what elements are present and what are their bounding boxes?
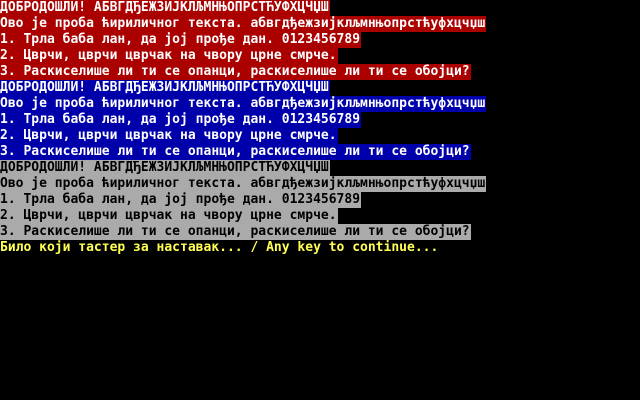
sentence-line-2: 2. Цврчи, цврчи цврчак на чвору црне смр…: [0, 128, 338, 144]
gray-block: ДОБРОДОШЛИ! АБВГДЂЕЖЗИЈКЛЉМНЊОПРСТЋУФХЦЧ…: [0, 160, 640, 240]
welcome-title-line: ДОБРОДОШЛИ! АБВГДЂЕЖЗИЈКЛЉМНЊОПРСТЋУФХЦЧ…: [0, 0, 330, 16]
cyrillic-sample-line: Ово је проба ћириличног текста. абвгдђеж…: [0, 176, 487, 192]
welcome-title-line: ДОБРОДОШЛИ! АБВГДЂЕЖЗИЈКЛЉМНЊОПРСТЋУФХЦЧ…: [0, 80, 330, 96]
sentence-line-2: 2. Цврчи, цврчи цврчак на чвору црне смр…: [0, 208, 338, 224]
cyrillic-sample-line: Ово је проба ћириличног текста. абвгдђеж…: [0, 96, 487, 112]
red-block: ДОБРОДОШЛИ! АБВГДЂЕЖЗИЈКЛЉМНЊОПРСТЋУФХЦЧ…: [0, 0, 640, 80]
console-screen: ДОБРОДОШЛИ! АБВГДЂЕЖЗИЈКЛЉМНЊОПРСТЋУФХЦЧ…: [0, 0, 640, 400]
cyrillic-sample-line: Ово је проба ћириличног текста. абвгдђеж…: [0, 16, 487, 32]
continue-prompt: Било који тастер за наставак... / Any ke…: [0, 240, 439, 255]
sentence-line-1: 1. Трла баба лан, да јој прође дан. 0123…: [0, 112, 362, 128]
sentence-line-3: 3. Раскиселише ли ти се опанци, раскисел…: [0, 64, 471, 80]
welcome-title-line: ДОБРОДОШЛИ! АБВГДЂЕЖЗИЈКЛЉМНЊОПРСТЋУФХЦЧ…: [0, 160, 330, 176]
sentence-line-1: 1. Трла баба лан, да јој прође дан. 0123…: [0, 32, 362, 48]
blue-block: ДОБРОДОШЛИ! АБВГДЂЕЖЗИЈКЛЉМНЊОПРСТЋУФХЦЧ…: [0, 80, 640, 160]
sentence-line-1: 1. Трла баба лан, да јој прође дан. 0123…: [0, 192, 362, 208]
sentence-line-3: 3. Раскиселише ли ти се опанци, раскисел…: [0, 224, 471, 240]
sentence-line-2: 2. Цврчи, цврчи цврчак на чвору црне смр…: [0, 48, 338, 64]
sentence-line-3: 3. Раскиселише ли ти се опанци, раскисел…: [0, 144, 471, 160]
